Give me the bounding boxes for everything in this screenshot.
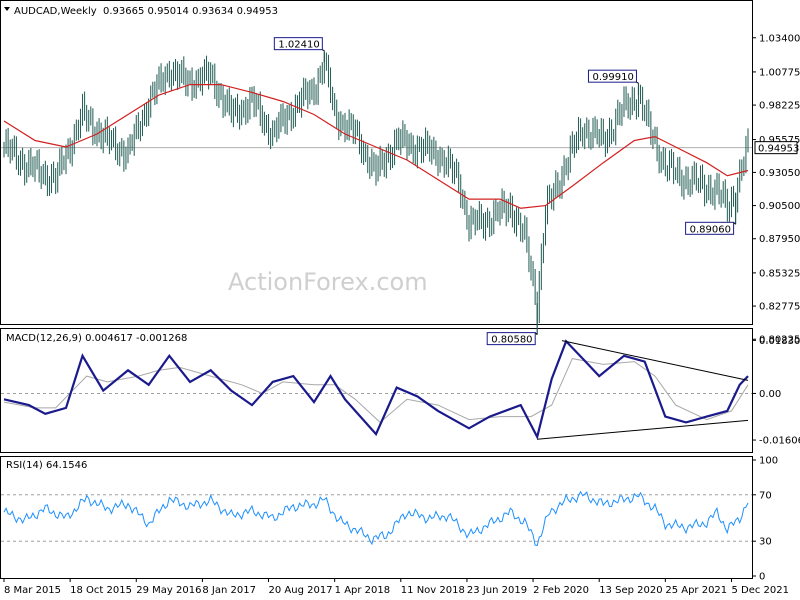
- x-tick-label: 18 Oct 2015: [70, 585, 132, 596]
- x-tick-label: 2 Feb 2020: [533, 585, 589, 596]
- last-price-label: 0.94953: [758, 144, 799, 155]
- x-tick-label: 13 Sep 2020: [599, 585, 662, 596]
- price-y-tick-label: 0.85325: [759, 268, 800, 279]
- price-y-tick-label: 0.90500: [759, 201, 800, 212]
- macd-label: MACD(12,26,9) 0.004617 -0.001268: [6, 333, 187, 344]
- x-tick-label: 25 Apr 2021: [665, 585, 727, 596]
- x-tick-label: 11 Nov 2018: [401, 585, 465, 596]
- x-tick-label: 29 May 2016: [136, 585, 201, 596]
- x-tick-label: 20 Aug 2017: [269, 585, 333, 596]
- macd-y-tick-label: -0.016064: [759, 436, 800, 447]
- x-tick-label: 8 Jan 2017: [202, 585, 256, 596]
- annotation-label: 0.89060: [690, 224, 731, 235]
- x-tick-label: 23 Jun 2019: [467, 585, 527, 596]
- x-tick-label: 5 Dec 2021: [731, 585, 789, 596]
- macd-y-tick-label: 0.00: [759, 389, 781, 400]
- watermark-text: ActionForex.com: [228, 268, 428, 296]
- price-y-tick-label: 1.00775: [759, 67, 800, 78]
- rsi-y-tick-label: 0: [759, 572, 765, 583]
- audcad-weekly-chart: ActionForex.com AUDCAD,Weekly 0.93665 0.…: [0, 0, 800, 596]
- price-y-tick-label: 0.98225: [759, 101, 800, 112]
- rsi-y-tick-label: 30: [759, 537, 772, 548]
- price-y-tick-label: 1.03400: [759, 33, 800, 44]
- annotation-label: 0.99910: [592, 72, 633, 83]
- rsi-panel: [0, 456, 753, 579]
- annotation-label: 1.02410: [278, 40, 319, 51]
- x-tick-label: 1 Apr 2018: [335, 585, 390, 596]
- x-tick-label: 8 Mar 2015: [4, 585, 61, 596]
- chart-header-text: AUDCAD,Weekly 0.93665 0.95014 0.93634 0.…: [14, 6, 278, 17]
- price-axis: 1.034001.007750.982250.955750.930500.905…: [752, 33, 800, 346]
- macd-y-tick-label: 0.018304: [759, 336, 800, 347]
- rsi-label: RSI(14) 64.1546: [6, 460, 87, 471]
- price-y-tick-label: 0.93050: [759, 168, 800, 179]
- price-y-tick-label: 0.82775: [759, 302, 800, 313]
- x-axis: 8 Mar 2015 18 Oct 2015 29 May 2016 8 Jan 20…: [3, 578, 789, 596]
- annotation-label: 0.80580: [491, 335, 532, 346]
- price-y-tick-label: 0.87950: [759, 234, 800, 245]
- rsi-y-tick-label: 70: [759, 490, 772, 501]
- rsi-y-tick-label: 100: [759, 456, 778, 467]
